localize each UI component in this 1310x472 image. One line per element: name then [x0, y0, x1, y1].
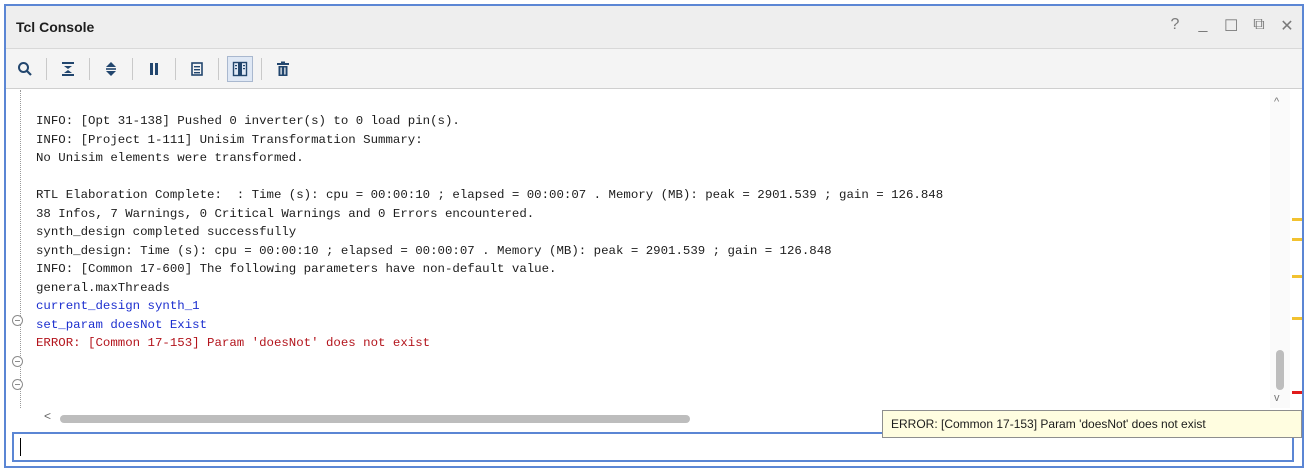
collapse-all-icon: [62, 61, 74, 76]
horizontal-scroll-thumb[interactable]: [60, 415, 690, 423]
toolbar-separator: [89, 57, 90, 80]
show-columns-button[interactable]: [227, 55, 253, 82]
help-icon[interactable]: ?: [1168, 16, 1182, 36]
warning-marker[interactable]: [1292, 275, 1302, 278]
error-marker[interactable]: [1292, 391, 1302, 394]
window-controls: ? _ ☐ ⧉ ✕: [1168, 16, 1294, 36]
warning-marker[interactable]: [1292, 238, 1302, 241]
console-line: INFO: [Opt 31-138] Pushed 0 inverter(s) …: [36, 114, 460, 128]
warning-marker[interactable]: [1292, 317, 1302, 320]
search-button[interactable]: [12, 56, 38, 82]
copy-icon: [191, 61, 203, 76]
fold-toggle-icon[interactable]: [12, 315, 23, 326]
clear-button[interactable]: [270, 56, 296, 82]
console-line: general.maxThreads: [36, 280, 170, 295]
console-line: set_param doesNot Exist: [36, 317, 208, 332]
scroll-down-icon[interactable]: v: [1274, 392, 1280, 404]
copy-button[interactable]: [184, 56, 210, 82]
vertical-scrollbar[interactable]: ^ v: [1270, 90, 1290, 408]
clear-icon: [277, 61, 289, 76]
scroll-up-icon[interactable]: ^: [1274, 96, 1279, 108]
pause-button[interactable]: [141, 56, 167, 82]
console-line: INFO: [Project 1-111] Unisim Transformat…: [36, 132, 423, 147]
console-line: synth_design: Time (s): cpu = 00:00:10 ;…: [36, 243, 832, 258]
console-line: RTL Elaboration Complete: : Time (s): cp…: [36, 188, 944, 202]
vertical-scroll-thumb[interactable]: [1276, 350, 1284, 390]
error-tooltip: ERROR: [Common 17-153] Param 'doesNot' d…: [882, 410, 1302, 438]
console-lines: INFO: [Opt 31-138] Pushed 0 inverter(s) …: [36, 112, 1272, 353]
show-columns-icon: [232, 61, 248, 76]
pause-icon: [150, 62, 158, 75]
tcl-console-panel: Tcl Console ? _ ☐ ⧉ ✕ INFO: [Opt 31-138]…: [4, 4, 1304, 468]
warning-marker[interactable]: [1292, 218, 1302, 221]
toolbar-separator: [132, 57, 133, 80]
search-icon: [18, 61, 32, 76]
fold-toggle-icon[interactable]: [12, 379, 23, 390]
close-icon[interactable]: ✕: [1280, 16, 1294, 36]
console-line: No Unisim elements were transformed.: [36, 151, 304, 165]
fold-gutter: [6, 90, 34, 408]
toolbar-separator: [175, 57, 176, 80]
console-line: synth_design completed successfully: [36, 225, 297, 239]
console-line: current_design synth_1: [36, 299, 200, 313]
console-line: ERROR: [Common 17-153] Param 'doesNot' d…: [36, 336, 431, 350]
console-output[interactable]: INFO: [Opt 31-138] Pushed 0 inverter(s) …: [6, 90, 1302, 423]
panel-titlebar: Tcl Console ? _ ☐ ⧉ ✕: [6, 6, 1302, 49]
fold-toggle-icon[interactable]: [12, 356, 23, 367]
console-toolbar: [6, 49, 1302, 89]
float-icon[interactable]: ⧉: [1252, 16, 1266, 36]
panel-title: Tcl Console: [16, 19, 95, 35]
maximize-icon[interactable]: ☐: [1224, 16, 1238, 36]
toolbar-separator: [46, 57, 47, 80]
expand-all-icon: [106, 61, 116, 76]
console-line: 38 Infos, 7 Warnings, 0 Critical Warning…: [36, 206, 535, 221]
console-line: INFO: [Common 17-600] The following para…: [36, 262, 557, 276]
toolbar-separator: [261, 57, 262, 80]
minimize-icon[interactable]: _: [1196, 16, 1210, 36]
scroll-left-icon[interactable]: <: [44, 409, 51, 423]
text-caret: [20, 438, 21, 456]
overview-ruler: [1290, 90, 1302, 408]
collapse-all-button[interactable]: [55, 56, 81, 82]
expand-all-button[interactable]: [98, 56, 124, 82]
toolbar-separator: [218, 57, 219, 80]
